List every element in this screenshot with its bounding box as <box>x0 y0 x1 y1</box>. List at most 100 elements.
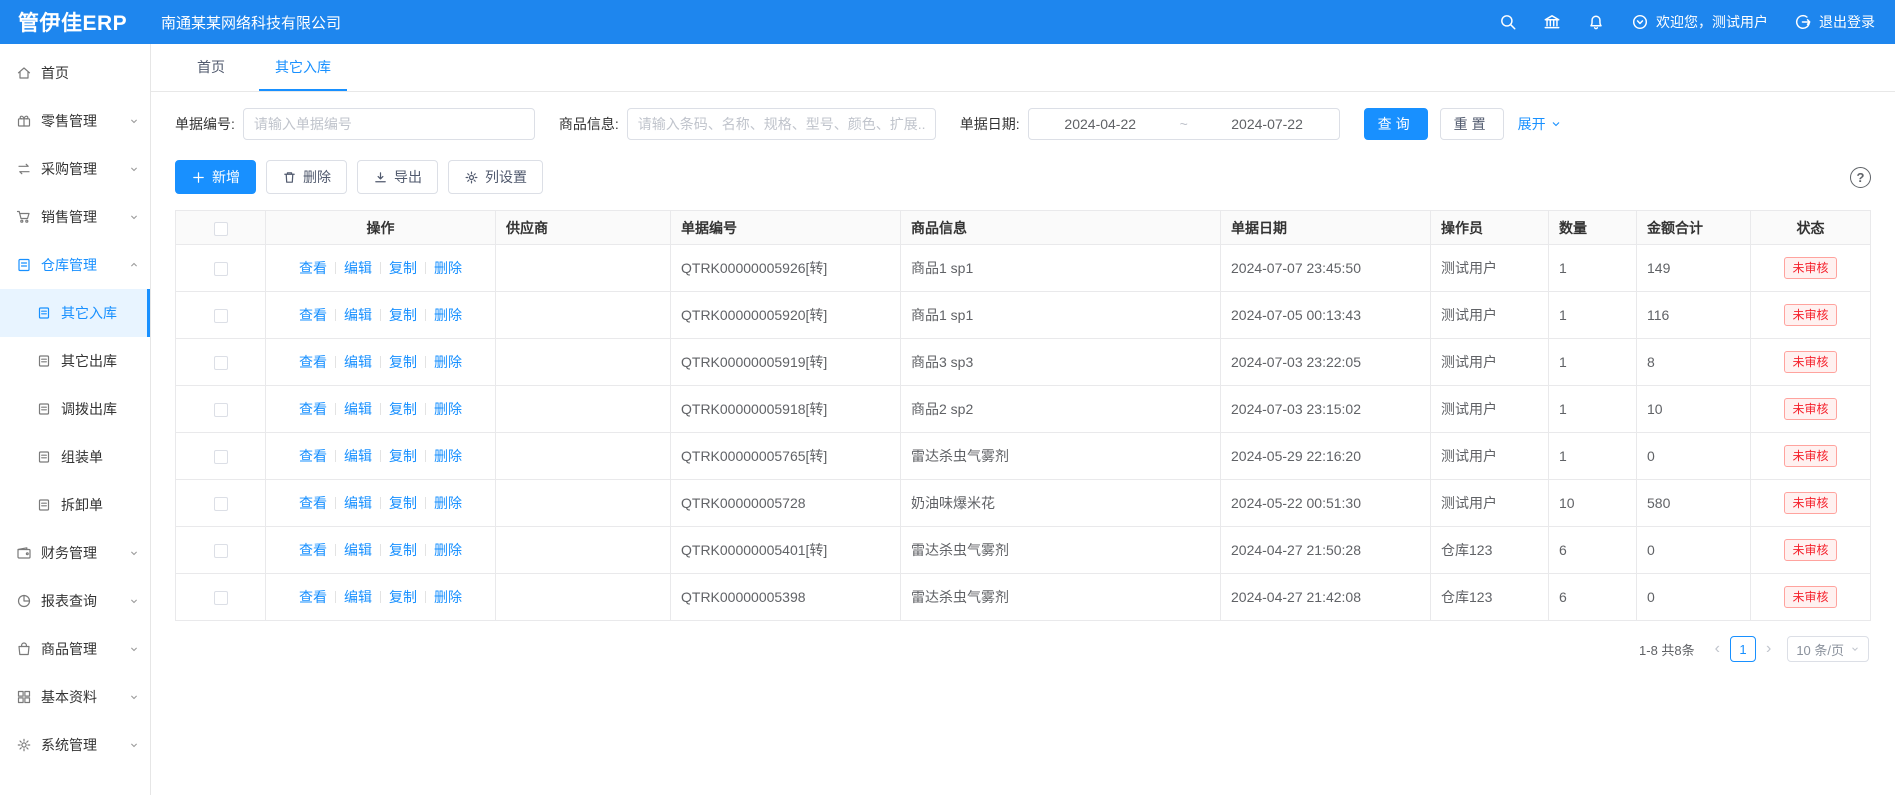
row-checkbox[interactable] <box>214 497 228 511</box>
sidebar-item-disassembly[interactable]: 拆卸单 <box>0 481 150 529</box>
sidebar-item-reports[interactable]: 报表查询 <box>0 577 150 625</box>
tab-other-inbound[interactable]: 其它入库 <box>259 44 347 91</box>
view-link[interactable]: 查看 <box>299 589 327 605</box>
sidebar-item-sales[interactable]: 销售管理 <box>0 193 150 241</box>
view-link[interactable]: 查看 <box>299 448 327 464</box>
edit-link[interactable]: 编辑 <box>344 542 372 558</box>
search-icon[interactable] <box>1499 13 1517 31</box>
bell-icon[interactable] <box>1587 13 1605 31</box>
row-checkbox[interactable] <box>214 591 228 605</box>
delete-link[interactable]: 删除 <box>434 495 462 511</box>
edit-link[interactable]: 编辑 <box>344 401 372 417</box>
date-start-value[interactable]: 2024-04-22 <box>1064 116 1136 132</box>
purchase-sync-icon <box>16 161 32 177</box>
export-button[interactable]: 导出 <box>357 160 438 194</box>
copy-link[interactable]: 复制 <box>389 260 417 276</box>
help-icon[interactable]: ? <box>1850 167 1871 188</box>
divider <box>425 356 426 368</box>
delete-link[interactable]: 删除 <box>434 260 462 276</box>
row-checkbox[interactable] <box>214 262 228 276</box>
delete-link[interactable]: 删除 <box>434 589 462 605</box>
page-number-button[interactable]: 1 <box>1730 636 1756 662</box>
page-size-select[interactable]: 10 条/页 <box>1787 636 1869 662</box>
edit-link[interactable]: 编辑 <box>344 495 372 511</box>
row-checkbox[interactable] <box>214 450 228 464</box>
table-toolbar: 新增 删除 导出 列设置 ? <box>175 160 1871 194</box>
row-checkbox[interactable] <box>214 356 228 370</box>
bank-icon[interactable] <box>1543 13 1561 31</box>
copy-link[interactable]: 复制 <box>389 495 417 511</box>
qty-cell: 10 <box>1549 480 1637 527</box>
column-settings-button[interactable]: 列设置 <box>448 160 543 194</box>
tab-home[interactable]: 首页 <box>181 44 241 91</box>
main-area: 首页 其它入库 单据编号: 商品信息: 单据日期: 2024-04-22 ~ 2… <box>151 44 1895 795</box>
delete-button[interactable]: 删除 <box>266 160 347 194</box>
delete-link[interactable]: 删除 <box>434 401 462 417</box>
logout-button[interactable]: 退出登录 <box>1794 12 1875 32</box>
view-link[interactable]: 查看 <box>299 401 327 417</box>
header-checkbox-cell <box>176 211 266 245</box>
divider <box>425 309 426 321</box>
view-link[interactable]: 查看 <box>299 542 327 558</box>
search-button[interactable]: 查询 <box>1364 108 1428 140</box>
add-button[interactable]: 新增 <box>175 160 256 194</box>
divider <box>335 544 336 556</box>
copy-link[interactable]: 复制 <box>389 354 417 370</box>
copy-link[interactable]: 复制 <box>389 307 417 323</box>
sidebar-item-finance[interactable]: 财务管理 <box>0 529 150 577</box>
prev-page-button[interactable]: ‹ <box>1709 640 1726 658</box>
sidebar-item-basic-data[interactable]: 基本资料 <box>0 673 150 721</box>
divider <box>335 403 336 415</box>
sidebar-item-transfer-outbound[interactable]: 调拨出库 <box>0 385 150 433</box>
edit-link[interactable]: 编辑 <box>344 589 372 605</box>
expand-link[interactable]: 展开 <box>1518 114 1562 134</box>
reset-button[interactable]: 重置 <box>1440 108 1504 140</box>
edit-link[interactable]: 编辑 <box>344 260 372 276</box>
logout-icon <box>1794 13 1812 31</box>
qty-cell: 1 <box>1549 386 1637 433</box>
row-checkbox[interactable] <box>214 544 228 558</box>
bill-no-input[interactable] <box>243 108 535 140</box>
sidebar-item-purchase[interactable]: 采购管理 <box>0 145 150 193</box>
view-link[interactable]: 查看 <box>299 354 327 370</box>
view-link[interactable]: 查看 <box>299 495 327 511</box>
edit-link[interactable]: 编辑 <box>344 307 372 323</box>
sidebar-item-goods[interactable]: 商品管理 <box>0 625 150 673</box>
sidebar-item-system[interactable]: 系统管理 <box>0 721 150 769</box>
copy-link[interactable]: 复制 <box>389 589 417 605</box>
delete-link[interactable]: 删除 <box>434 542 462 558</box>
sidebar-item-home[interactable]: 首页 <box>0 49 150 97</box>
view-link[interactable]: 查看 <box>299 307 327 323</box>
sidebar-item-warehouse[interactable]: 仓库管理 <box>0 241 150 289</box>
user-menu[interactable]: 欢迎您，测试用户 <box>1631 12 1768 32</box>
bill-date-cell: 2024-04-27 21:42:08 <box>1221 574 1431 621</box>
bill-date-cell: 2024-07-05 00:13:43 <box>1221 292 1431 339</box>
finance-wallet-icon <box>16 545 32 561</box>
delete-link[interactable]: 删除 <box>434 448 462 464</box>
copy-link[interactable]: 复制 <box>389 448 417 464</box>
app-logo: 管伊佳ERP <box>0 7 151 37</box>
row-checkbox[interactable] <box>214 309 228 323</box>
next-page-button[interactable]: › <box>1760 640 1777 658</box>
delete-link[interactable]: 删除 <box>434 354 462 370</box>
operator-cell: 测试用户 <box>1431 339 1549 386</box>
sidebar-item-other-inbound[interactable]: 其它入库 <box>0 289 150 337</box>
actions-cell: 查看 编辑 复制 删除 <box>266 292 496 339</box>
copy-link[interactable]: 复制 <box>389 542 417 558</box>
delete-link[interactable]: 删除 <box>434 307 462 323</box>
copy-link[interactable]: 复制 <box>389 401 417 417</box>
sidebar-item-assembly[interactable]: 组装单 <box>0 433 150 481</box>
sidebar-item-other-outbound[interactable]: 其它出库 <box>0 337 150 385</box>
bill-date-cell: 2024-05-29 22:16:20 <box>1221 433 1431 480</box>
actions-cell: 查看 编辑 复制 删除 <box>266 339 496 386</box>
sidebar-item-retail[interactable]: 零售管理 <box>0 97 150 145</box>
view-link[interactable]: 查看 <box>299 260 327 276</box>
row-checkbox[interactable] <box>214 403 228 417</box>
edit-link[interactable]: 编辑 <box>344 448 372 464</box>
select-all-checkbox[interactable] <box>214 222 228 236</box>
date-range-input[interactable]: 2024-04-22 ~ 2024-07-22 <box>1028 108 1340 140</box>
status-badge: 未审核 <box>1784 257 1836 279</box>
date-end-value[interactable]: 2024-07-22 <box>1231 116 1303 132</box>
edit-link[interactable]: 编辑 <box>344 354 372 370</box>
product-info-input[interactable] <box>627 108 936 140</box>
